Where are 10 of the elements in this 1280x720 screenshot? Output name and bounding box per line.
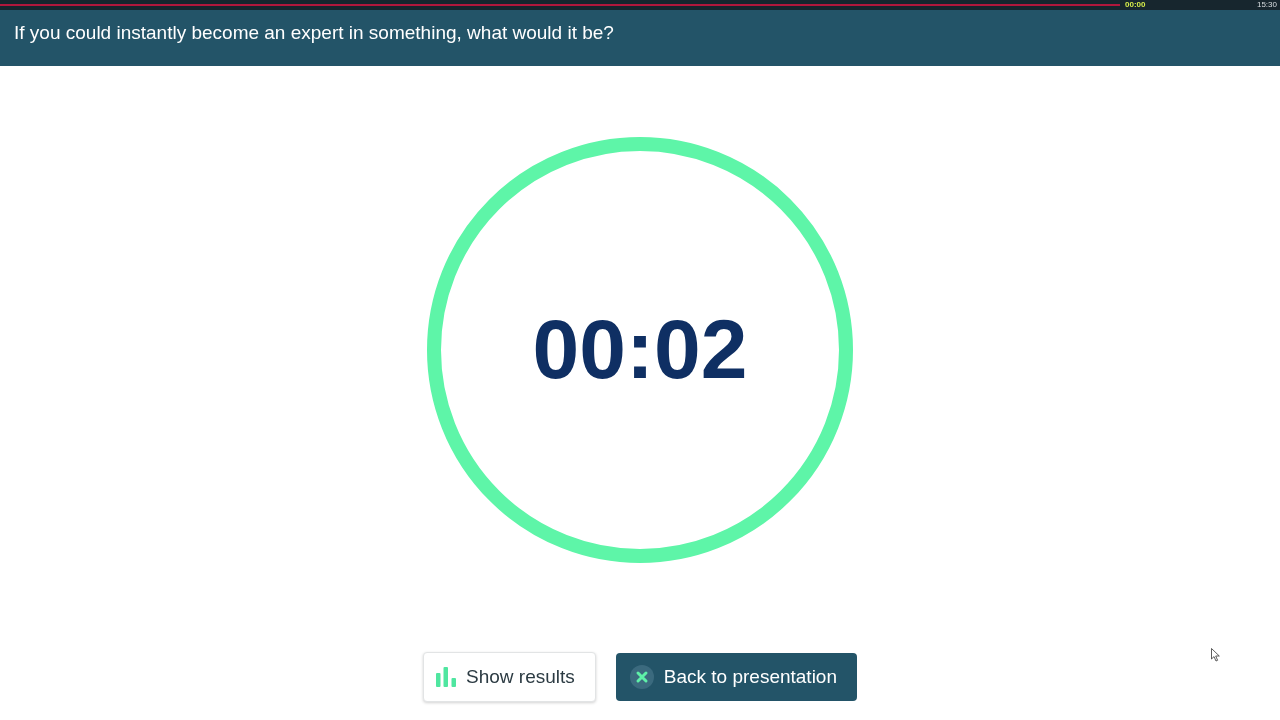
back-button[interactable]: Back to presentation bbox=[615, 653, 857, 701]
playback-bar[interactable]: 00:00 15:30 bbox=[0, 0, 1280, 10]
close-icon bbox=[629, 665, 654, 689]
show-results-button[interactable]: Show results bbox=[423, 652, 596, 702]
countdown-time: 00:02 bbox=[532, 307, 748, 391]
question-title: If you could instantly become an expert in something, what would it be? bbox=[14, 20, 614, 45]
elapsed-time: 00:00 bbox=[1125, 0, 1146, 10]
mouse-pointer-icon bbox=[1211, 648, 1220, 662]
bar-chart-icon bbox=[436, 667, 456, 687]
total-time: 15:30 bbox=[1256, 0, 1277, 10]
